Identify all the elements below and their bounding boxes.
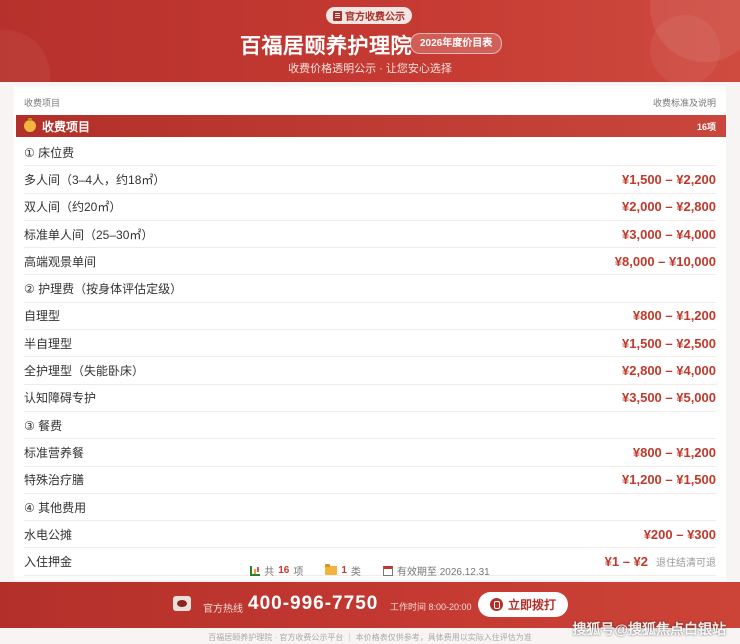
price-table: ① 床位费多人间（3–4人，约18㎡） ¥1,500 – ¥2,200 双人间（约2… — [24, 139, 716, 576]
stat-total-post: 项 — [293, 567, 304, 578]
row-price-value: ¥1,200 – ¥1,500 — [622, 472, 716, 488]
row-item-name: 标准单人间（25–30㎡） — [24, 227, 154, 242]
section-header[interactable]: 收费项目 16项 — [16, 115, 726, 137]
row-price: ¥3,500 – ¥5,000 — [622, 390, 716, 405]
row-item-name: 多人间（3–4人，约18㎡） — [24, 172, 166, 187]
row-item-name: 全护理型（失能卧床） — [24, 364, 145, 379]
hotline-label: 官方热线 — [203, 604, 243, 615]
row-price: ¥1,500 – ¥2,200 — [622, 172, 716, 187]
stat-cat-num: 1 — [341, 565, 347, 576]
row-price: ¥1,500 – ¥2,500 — [622, 336, 716, 351]
table-row: 全护理型（失能卧床） ¥2,800 – ¥4,000 — [24, 357, 716, 385]
table-column-headers: 收费项目 收费标准及说明 — [24, 96, 716, 109]
stat-categories: 1 类 — [325, 563, 361, 578]
row-item-name: 高端观景单间 — [24, 254, 97, 269]
row-item-name: 特殊治疗膳 — [24, 473, 85, 488]
phone-icon — [173, 596, 191, 611]
row-price-value: ¥2,800 – ¥4,000 — [622, 363, 716, 379]
table-row: 双人间（约20㎡） ¥2,000 – ¥2,800 — [24, 194, 716, 221]
stat-valid: 有效期至 2026.12.31 — [382, 563, 490, 578]
chart-icon — [250, 565, 261, 576]
row-price-value: ¥200 – ¥300 — [643, 526, 716, 542]
row-price: ¥2,800 – ¥4,000 — [622, 363, 716, 378]
category-row: ③ 餐费 — [24, 412, 716, 440]
row-price: ¥8,000 – ¥10,000 — [615, 254, 716, 269]
call-now-label: 立即拨打 — [507, 598, 556, 612]
page-title: 百福居颐养护理院 — [240, 35, 412, 58]
row-price-value: ¥1,500 – ¥2,200 — [622, 171, 716, 187]
row-item-name: ④ 其他费用 — [24, 500, 87, 515]
row-price-value: ¥800 – ¥1,200 — [632, 444, 716, 460]
category-row: ④ 其他费用 — [24, 494, 716, 522]
table-row: 半自理型 ¥1,500 – ¥2,500 — [24, 330, 716, 358]
row-price: ¥200 – ¥300 — [644, 527, 716, 542]
row-item-name: 双人间（约20㎡） — [24, 200, 122, 215]
category-row: ① 床位费 — [24, 139, 716, 167]
column-header-price: 收费标准及说明 — [652, 98, 716, 108]
table-row: 多人间（3–4人，约18㎡） ¥1,500 – ¥2,200 — [24, 166, 716, 194]
table-row: 认知障碍专护 ¥3,500 – ¥5,000 — [24, 385, 716, 412]
row-price-value: ¥2,000 – ¥2,800 — [622, 199, 716, 215]
year-badge: 2026年度价目表 — [410, 33, 503, 54]
column-header-item: 收费项目 — [24, 98, 61, 108]
row-price: ¥800 – ¥1,200 — [633, 308, 716, 323]
table-row: 特殊治疗膳 ¥1,200 – ¥1,500 — [24, 467, 716, 494]
stat-total: 共 16 项 — [250, 563, 303, 578]
row-item-name: 认知障碍专护 — [24, 391, 97, 406]
hotline-number[interactable]: 400-996-7750 — [248, 593, 378, 615]
table-row: 标准营养餐 ¥800 – ¥1,200 — [24, 439, 716, 467]
row-item-name: 水电公摊 — [24, 527, 73, 542]
official-badge-label: 官方收费公示 — [345, 12, 405, 23]
working-hours: 工作时间 8:00-20:00 — [390, 602, 472, 612]
official-badge: 官方收费公示 — [326, 7, 412, 24]
watermark: 搜狐号@搜狐焦点白银站 — [572, 621, 726, 637]
stat-total-pre: 共 — [264, 567, 275, 578]
row-price-value: ¥800 – ¥1,200 — [632, 308, 716, 324]
stat-total-num: 16 — [278, 565, 290, 576]
stat-cat-post: 类 — [350, 567, 361, 578]
header-banner: 官方收费公示 百福居颐养护理院 2026年度价目表 收费价格透明公示 · 让您安… — [0, 0, 740, 82]
table-row: 水电公摊 ¥200 – ¥300 — [24, 521, 716, 549]
row-item-name: ② 护理费（按身体评估定级） — [24, 282, 183, 297]
row-price-value: ¥8,000 – ¥10,000 — [614, 253, 716, 269]
call-icon — [489, 598, 503, 611]
row-item-name: 标准营养餐 — [24, 445, 85, 460]
section-label: 收费项目 — [42, 119, 91, 134]
section-count: 16项 — [696, 121, 716, 132]
row-item-name: ③ 餐费 — [24, 418, 63, 433]
table-row: 高端观景单间 ¥8,000 – ¥10,000 — [24, 248, 716, 276]
row-item-name: 半自理型 — [24, 336, 73, 351]
row-price: ¥1,200 – ¥1,500 — [622, 472, 716, 487]
call-now-button[interactable]: 立即拨打 — [478, 592, 568, 617]
row-price: ¥2,000 – ¥2,800 — [622, 199, 716, 214]
row-item-name: 自理型 — [24, 309, 61, 324]
row-price: ¥800 – ¥1,200 — [633, 445, 716, 460]
folder-icon — [325, 564, 338, 575]
table-row: 自理型 ¥800 – ¥1,200 — [24, 303, 716, 331]
category-row: ② 护理费（按身体评估定级） — [24, 275, 716, 303]
document-icon — [333, 10, 342, 21]
money-bag-icon — [24, 118, 36, 132]
row-price: ¥3,000 – ¥4,000 — [622, 227, 716, 242]
calendar-icon — [382, 565, 393, 576]
stat-valid-text: 有效期至 2026.12.31 — [396, 567, 490, 578]
row-price-value: ¥3,000 – ¥4,000 — [622, 226, 716, 242]
table-row: 标准单人间（25–30㎡） ¥3,000 – ¥4,000 — [24, 221, 716, 249]
page-subtitle: 收费价格透明公示 · 让您安心选择 — [288, 63, 452, 75]
row-item-name: ① 床位费 — [24, 145, 75, 160]
stats-bar: 共 16 项 1 类 有效期至 2026.12.31 — [0, 563, 740, 578]
row-price-value: ¥1,500 – ¥2,500 — [622, 335, 716, 351]
row-price-value: ¥3,500 – ¥5,000 — [622, 390, 716, 406]
